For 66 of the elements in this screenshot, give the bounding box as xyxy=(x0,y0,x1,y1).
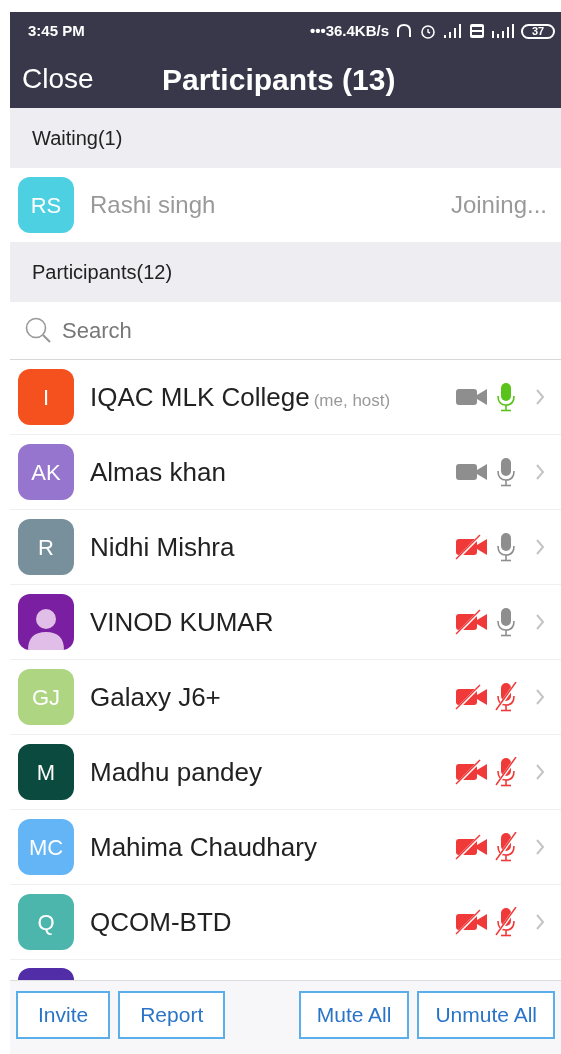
footer-button[interactable]: Unmute All xyxy=(417,991,555,1039)
video-off-icon xyxy=(455,759,489,785)
participant-row[interactable]: M Madhu pandey xyxy=(10,735,561,810)
chevron-right-icon xyxy=(535,463,545,481)
participant-name: Almas khan xyxy=(90,455,226,489)
avatar: MC xyxy=(18,819,74,875)
participant-row[interactable]: VINOD KUMAR xyxy=(10,585,561,660)
search-field[interactable]: Search xyxy=(62,314,561,347)
chevron-right-icon xyxy=(535,613,545,631)
status-time: 3:45 PM xyxy=(28,20,85,41)
close-button[interactable]: Close xyxy=(22,58,162,100)
avatar: M xyxy=(18,744,74,800)
mic-off-icon xyxy=(495,907,517,937)
section-header: Participants(12) xyxy=(10,242,561,302)
person-icon xyxy=(26,606,66,650)
alarm-icon xyxy=(419,22,437,40)
chevron-right-icon xyxy=(535,688,545,706)
avatar: R xyxy=(18,519,74,575)
signal-icon xyxy=(491,23,515,39)
role-note: (me, host) xyxy=(313,389,391,412)
footer-button[interactable]: Invite xyxy=(16,991,111,1039)
mic-off-icon xyxy=(495,682,517,712)
video-off-icon xyxy=(455,909,489,935)
microphone-icon xyxy=(495,457,517,487)
chevron-right-icon xyxy=(535,913,545,931)
participant-name: Nidhi Mishra xyxy=(90,530,235,564)
chevron-right-icon xyxy=(535,538,545,556)
chevron-right-icon xyxy=(535,763,545,781)
avatar: RS xyxy=(18,177,74,233)
participant-row[interactable]: MC Mahima Chaudhary xyxy=(10,810,561,885)
signal-icon xyxy=(443,23,463,39)
participant-row[interactable]: I IQAC MLK College(me, host) xyxy=(10,360,561,435)
microphone-icon xyxy=(495,532,517,562)
section-header: Waiting(1) xyxy=(10,108,561,168)
video-off-icon xyxy=(455,534,489,560)
footer-button[interactable]: Mute All xyxy=(298,991,410,1039)
mic-off-icon xyxy=(495,757,517,787)
participant-name: Madhu pandey xyxy=(90,755,263,789)
participant-row[interactable]: GJ Galaxy J6+ xyxy=(10,660,561,735)
battery-indicator: 37 xyxy=(521,23,555,39)
joining-status: Joining... xyxy=(450,190,547,220)
video-off-icon xyxy=(455,834,489,860)
microphone-icon xyxy=(495,607,517,637)
avatar: Q xyxy=(18,894,74,950)
chevron-right-icon xyxy=(535,838,545,856)
mic-off-icon xyxy=(495,832,517,862)
participant-name: Rashi singh xyxy=(90,190,217,220)
network-speed: •••36.4KB/s xyxy=(309,20,389,41)
headphones-icon xyxy=(395,22,413,40)
participant-name: VINOD KUMAR xyxy=(90,605,274,639)
participant-name: QCOM-BTD xyxy=(90,905,232,939)
participant-name: IQAC MLK College xyxy=(90,380,310,414)
participant-row[interactable]: Q QCOM-BTD xyxy=(10,885,561,960)
avatar: I xyxy=(18,369,74,425)
screen-title: Participants (13) xyxy=(162,61,396,98)
video-off-icon xyxy=(455,609,489,635)
participant-row[interactable]: AK Almas khan xyxy=(10,435,561,510)
footer-button[interactable]: Report xyxy=(118,991,226,1039)
video-off-icon xyxy=(455,684,489,710)
avatar: AK xyxy=(18,444,74,500)
participant-name: Galaxy J6+ xyxy=(90,680,221,714)
participant-row[interactable]: R Nidhi Mishra xyxy=(10,510,561,585)
chevron-right-icon xyxy=(535,388,545,406)
participant-name: Mahima Chaudhary xyxy=(90,830,317,864)
microphone-icon xyxy=(495,382,517,412)
avatar: GJ xyxy=(18,669,74,725)
